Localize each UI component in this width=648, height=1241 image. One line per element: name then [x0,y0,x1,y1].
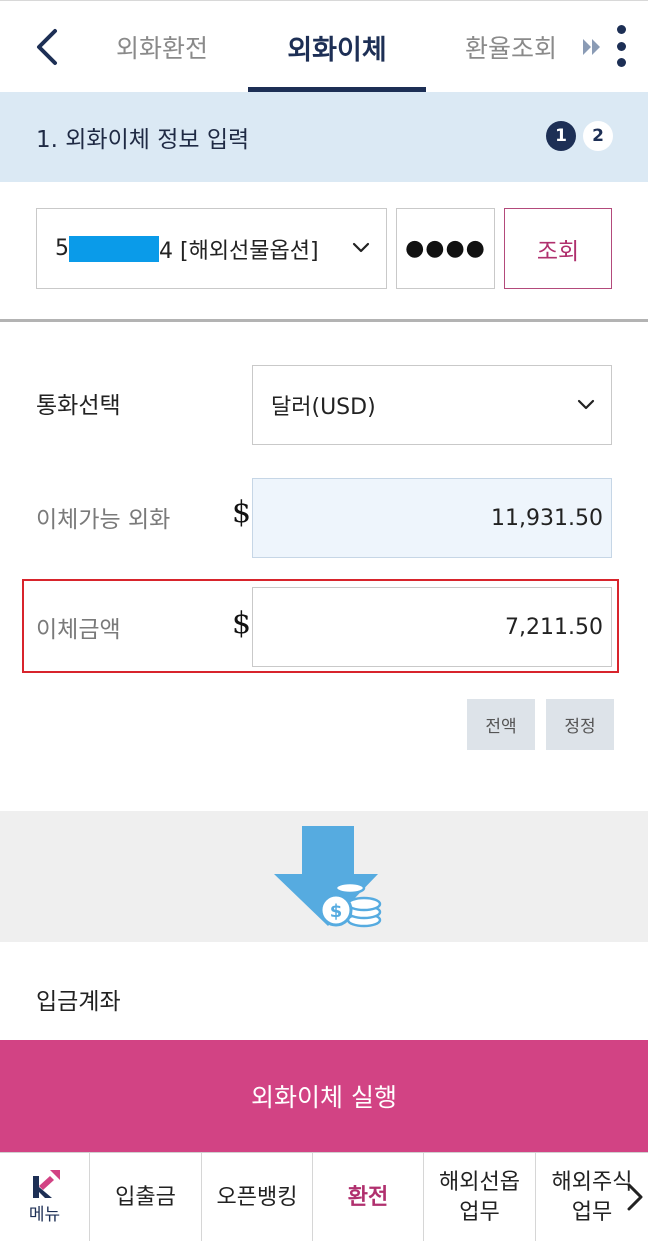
nav-menu-label: 메뉴 [28,1205,61,1226]
tab-exchange[interactable]: 외화환전 [92,1,232,93]
nav-item-exchange[interactable]: 환전 [313,1153,424,1241]
chevron-down-icon [577,399,595,410]
account-number-suffix: 4 [해외선물옵션] [159,238,319,264]
step-title: 1. 외화이체 정보 입력 [36,127,250,153]
chevron-left-icon [37,29,57,65]
tab-transfer[interactable]: 외화이체 [248,1,426,93]
currency-value: 달러(USD) [271,395,376,420]
currency-label: 통화선택 [36,393,121,419]
k-logo-icon [32,1170,60,1199]
nav-item-deposit-withdraw[interactable]: 입출금 [90,1153,202,1241]
section-divider [0,319,648,322]
nav-menu[interactable]: 메뉴 [0,1153,90,1241]
step-indicator-2: 2 [583,121,613,151]
currency-select[interactable]: 달러(USD) [252,365,612,445]
more-vertical-icon[interactable] [606,21,636,71]
arrow-down-coins-icon: $ [274,826,382,928]
dollar-sign: $ [232,606,252,641]
bottom-nav: 메뉴 입출금 오픈뱅킹 환전 해외선옵 업무 해외주식 업무 [0,1152,648,1241]
account-number-prefix: 5 [55,236,69,261]
chevron-down-icon [352,242,370,253]
chevron-right-icon[interactable] [624,1181,646,1213]
query-button[interactable]: 조회 [504,208,612,289]
account-select[interactable]: 5 4 [해외선물옵션] [36,208,387,289]
svg-text:$: $ [330,901,343,922]
full-amount-button[interactable]: 전액 [467,699,535,750]
dollar-sign: $ [232,495,252,530]
step-indicator-1: 1 [546,121,576,151]
execute-transfer-button[interactable]: 외화이체 실행 [0,1040,648,1152]
deposit-account-label: 입금계좌 [36,989,121,1015]
double-chevron-right-icon[interactable] [580,35,604,59]
top-tab-bar: 외화환전 외화이체 환율조회 [0,0,648,93]
password-field[interactable]: ●●●● [396,208,495,289]
back-button[interactable] [22,19,70,75]
account-number-mask [69,235,159,262]
tab-rate-inquiry[interactable]: 환율조회 [452,1,570,93]
transfer-amount-label: 이체금액 [36,617,121,643]
available-amount-value: 11,931.50 [252,478,612,558]
transfer-amount-input[interactable]: 7,211.50 [252,587,612,667]
nav-item-overseas-futures[interactable]: 해외선옵 업무 [424,1153,536,1241]
nav-item-open-banking[interactable]: 오픈뱅킹 [202,1153,313,1241]
correct-button[interactable]: 정정 [546,699,614,750]
available-amount-label: 이체가능 외화 [36,507,171,533]
